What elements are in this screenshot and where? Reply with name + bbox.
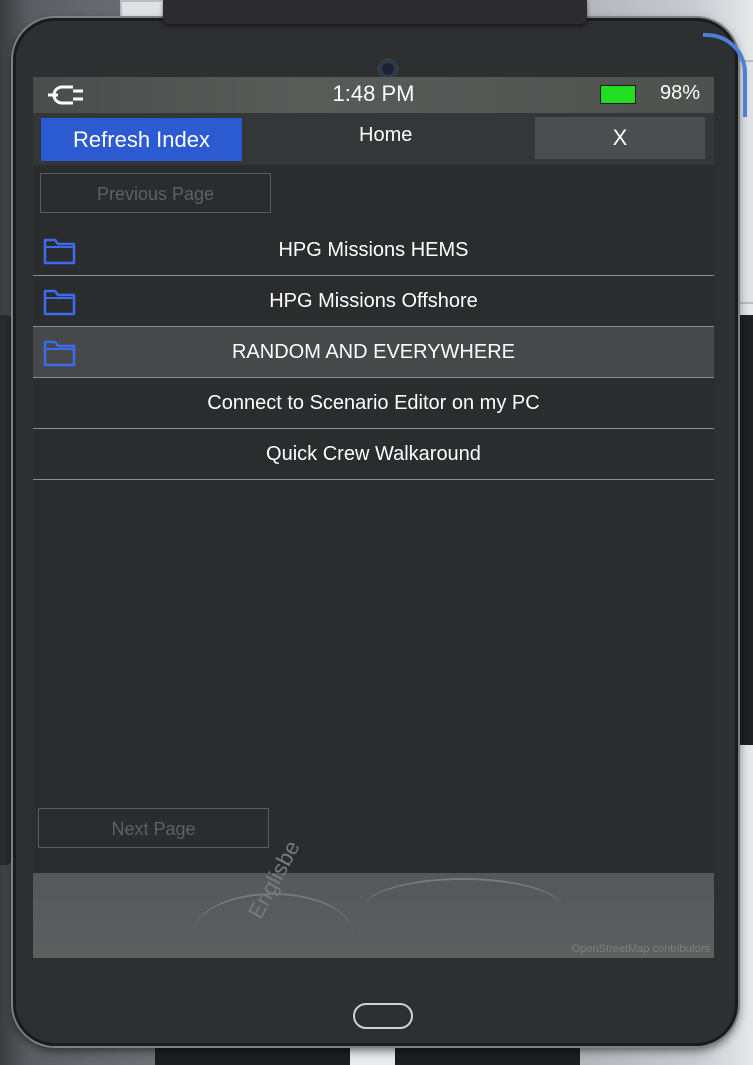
folder-icon xyxy=(43,289,76,316)
list-item-label: RANDOM AND EVERYWHERE xyxy=(231,341,515,363)
mount-clamp-top xyxy=(163,0,587,24)
list-item-random-and-everywhere[interactable]: RANDOM AND EVERYWHERE xyxy=(33,327,714,378)
list-item-label: Connect to Scenario Editor on my PC xyxy=(207,392,540,414)
next-page-button[interactable]: Next Page xyxy=(38,808,269,848)
list-item-hpg-missions-offshore[interactable]: HPG Missions Offshore xyxy=(33,276,714,327)
list-item-label: HPG Missions HEMS xyxy=(278,239,469,261)
folder-icon xyxy=(43,340,76,367)
previous-page-button[interactable]: Previous Page xyxy=(40,173,271,213)
map-road xyxy=(363,878,563,940)
tablet-screen: 1:48 PM 98% Refresh Index Home X Previou… xyxy=(33,77,714,958)
mount-bracket-left xyxy=(0,315,12,865)
mission-list: HPG Missions HEMS HPG Missions Offshore … xyxy=(33,225,714,480)
camera-icon xyxy=(379,60,397,78)
list-item-hpg-missions-hems[interactable]: HPG Missions HEMS xyxy=(33,225,714,276)
refresh-index-button[interactable]: Refresh Index xyxy=(41,118,242,161)
battery-percent: 98% xyxy=(660,82,701,104)
map-preview[interactable]: Englisbe OpenStreetMap contributors xyxy=(33,836,714,958)
list-item-connect-scenario-editor[interactable]: Connect to Scenario Editor on my PC xyxy=(33,378,714,429)
mount-clamp-light xyxy=(350,1045,395,1065)
list-item-label: HPG Missions Offshore xyxy=(269,290,478,312)
status-bar: 1:48 PM 98% xyxy=(33,77,714,113)
list-item-quick-crew-walkaround[interactable]: Quick Crew Walkaround xyxy=(33,429,714,480)
map-attribution: OpenStreetMap contributors xyxy=(571,943,710,955)
battery-icon xyxy=(600,85,636,104)
top-bar: Refresh Index Home X xyxy=(33,113,714,165)
page-title: Home xyxy=(359,124,413,146)
home-button[interactable] xyxy=(353,1003,413,1029)
folder-icon xyxy=(43,238,76,265)
close-button[interactable]: X xyxy=(535,117,705,159)
list-item-label: Quick Crew Walkaround xyxy=(266,443,481,465)
